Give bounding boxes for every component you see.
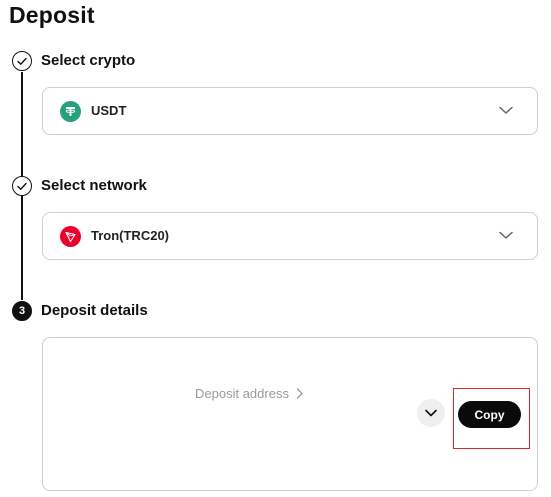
chevron-right-icon [296,388,303,399]
step-1-label: Select crypto [41,52,136,69]
step-3-label: Deposit details [41,302,148,319]
tether-icon [60,101,81,122]
tron-icon [60,226,81,247]
chevron-down-icon [499,231,513,239]
step-3-number-badge: 3 [12,301,32,321]
step-2-label: Select network [41,177,147,194]
deposit-address-link[interactable]: Deposit address [195,386,303,401]
copy-button[interactable]: Copy [458,401,521,428]
step-1-check-icon [12,51,32,71]
expand-button[interactable] [417,399,445,427]
chevron-down-icon [425,409,437,417]
crypto-select-value: USDT [91,103,127,118]
step-2-check-icon [12,176,32,196]
crypto-select[interactable]: USDT [42,87,538,135]
page-title: Deposit [9,2,95,28]
deposit-address-label: Deposit address [195,386,289,401]
network-select-value: Tron(TRC20) [91,228,169,243]
network-select[interactable]: Tron(TRC20) [42,212,538,260]
deposit-details-panel: Deposit address Copy [42,337,538,491]
chevron-down-icon [499,106,513,114]
